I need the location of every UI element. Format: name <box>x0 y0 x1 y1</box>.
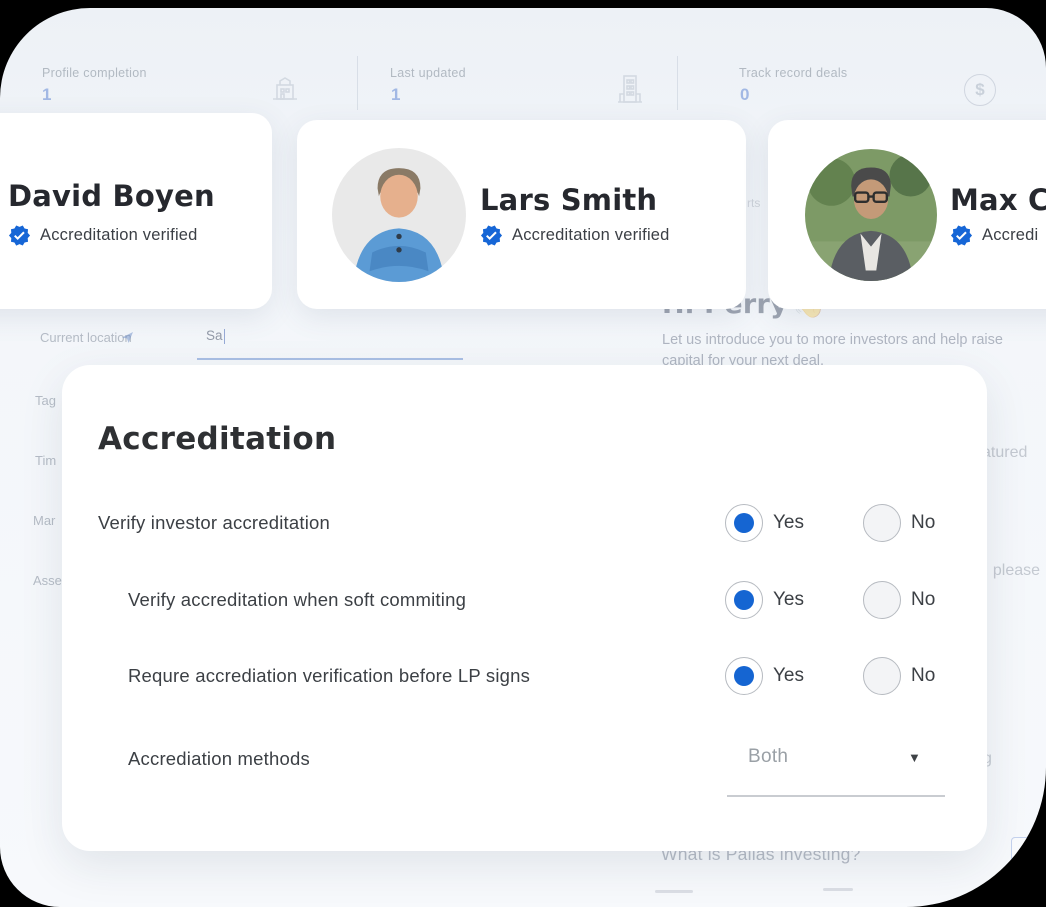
methods-dropdown[interactable]: Both <box>748 746 788 768</box>
stat-label-last-updated: Last updated <box>390 66 466 80</box>
verified-badge-icon <box>480 224 503 247</box>
screen: Profile completion 1 Last updated 1 Trac… <box>0 0 1046 907</box>
location-pointer-icon <box>121 331 134 344</box>
building-icon <box>612 70 648 108</box>
current-location-label: Current location <box>40 330 132 345</box>
accreditation-status: Accreditation verified <box>480 224 670 247</box>
accreditation-status-text: Accreditation verified <box>40 226 198 245</box>
verified-badge-icon <box>8 224 31 247</box>
avatar <box>805 149 937 281</box>
app-page: Profile completion 1 Last updated 1 Trac… <box>0 8 1046 907</box>
investor-name: Lars Smith <box>480 183 657 217</box>
location-input[interactable]: Sa <box>206 328 225 344</box>
setting-label: Requre accrediation verification before … <box>128 665 530 687</box>
avatar <box>332 148 466 282</box>
bg-fragment-please: , please <box>984 562 1040 580</box>
bg-faint-text <box>823 888 853 891</box>
modal-title: Accreditation <box>98 421 336 457</box>
radio-option-no[interactable]: No <box>863 581 935 619</box>
setting-label: Verify investor accreditation <box>98 512 330 534</box>
radio-option-yes[interactable]: Yes <box>725 581 804 619</box>
radio-button-selected <box>725 581 763 619</box>
bg-label-tim: Tim <box>35 453 56 468</box>
investor-name: Max C <box>950 183 1046 217</box>
accreditation-status-text: Accreditation verified <box>512 226 670 245</box>
text-cursor <box>224 329 226 344</box>
radio-option-yes[interactable]: Yes <box>725 657 804 695</box>
investor-card-max[interactable]: Max C Accredi <box>768 120 1046 309</box>
radio-button-unselected <box>863 504 901 542</box>
accreditation-status-text: Accredi <box>982 226 1038 245</box>
radio-button-selected <box>725 504 763 542</box>
radio-dot <box>734 513 754 533</box>
setting-label: Accrediation methods <box>128 748 310 770</box>
setting-label: Verify accreditation when soft commiting <box>128 589 466 611</box>
estate-icon <box>268 72 302 106</box>
radio-option-no[interactable]: No <box>863 504 935 542</box>
accreditation-modal: Accreditation Verify investor accreditat… <box>62 365 987 851</box>
stat-value-profile-completion: 1 <box>42 85 51 105</box>
accreditation-status: Accreditation verified <box>8 224 198 247</box>
accreditation-status: Accredi <box>950 224 1038 247</box>
radio-option-yes[interactable]: Yes <box>725 504 804 542</box>
add-question-button[interactable]: + <box>1011 837 1045 871</box>
stats-divider <box>677 56 678 110</box>
setting-row-before-lp-signs: Requre accrediation verification before … <box>62 657 987 695</box>
stat-label-track-record: Track record deals <box>739 66 847 80</box>
bg-label-asse: Asse <box>33 573 62 588</box>
radio-option-no[interactable]: No <box>863 657 935 695</box>
stat-label-profile-completion: Profile completion <box>42 66 147 80</box>
stat-value-track-record: 0 <box>740 85 749 105</box>
bg-fragment-rts: rts <box>747 196 760 210</box>
investor-name: David Boyen <box>8 179 215 213</box>
chevron-down-icon[interactable]: ▼ <box>908 750 921 765</box>
stat-value-last-updated: 1 <box>391 85 400 105</box>
location-input-underline <box>197 358 463 360</box>
investor-card-david-boyen[interactable]: David Boyen Accreditation verified <box>0 113 272 309</box>
verified-badge-icon <box>950 224 973 247</box>
dollar-coin-icon: $ <box>964 74 996 106</box>
radio-dot <box>734 666 754 686</box>
dropdown-underline <box>727 795 945 797</box>
stats-divider <box>357 56 358 110</box>
radio-button-selected <box>725 657 763 695</box>
bg-faint-text <box>655 890 693 893</box>
setting-row-soft-commit: Verify accreditation when soft commiting… <box>62 581 987 619</box>
investor-card-lars-smith[interactable]: Lars Smith Accreditation verified <box>297 120 746 309</box>
bg-fragment-matured: atured <box>982 444 1027 462</box>
radio-button-unselected <box>863 581 901 619</box>
setting-row-verify-investor: Verify investor accreditation Yes No <box>62 504 987 542</box>
radio-button-unselected <box>863 657 901 695</box>
bg-label-tag: Tag <box>35 393 56 408</box>
setting-row-accreditation-methods: Accrediation methods Both ▼ <box>62 740 987 778</box>
bg-label-mar: Mar <box>33 513 55 528</box>
radio-dot <box>734 590 754 610</box>
